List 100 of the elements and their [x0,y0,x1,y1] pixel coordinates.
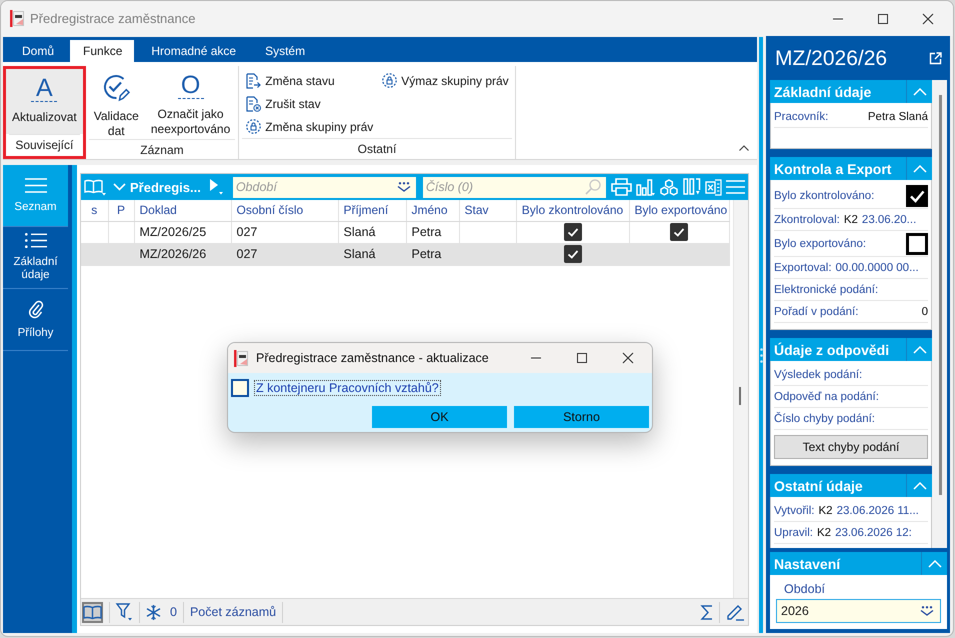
minimize-icon[interactable] [833,18,843,20]
filter-field[interactable]: Období [232,176,416,198]
column-header[interactable]: Bylo exportováno [629,200,729,221]
table-cell: Slaná [338,243,406,265]
field-label: Pořadí v podání: [774,306,858,318]
group-label: Související [9,134,80,156]
cubes-icon[interactable] [658,178,679,196]
dialog-title: Předregistrace zaměstnance - aktualizace [256,351,489,365]
popout-icon[interactable] [929,52,942,65]
checkbox-label[interactable]: Z kontejneru Pracovních vztahů? [254,380,441,396]
field-label: Exportoval: [774,262,832,274]
table-cell: Petra [406,221,459,243]
table-row[interactable]: MZ/2026/25 027 Slaná Petra [81,221,729,243]
close-icon[interactable] [923,14,933,24]
count-records-button[interactable]: Počet záznamů [190,605,276,619]
ribbon-button[interactable]: Výmaz skupiny práv [380,69,511,92]
table-cell: 027 [231,243,338,265]
group-label: Ostatní [242,138,512,160]
pencil-icon[interactable] [726,603,744,621]
maximize-icon[interactable] [878,14,888,24]
printer-icon[interactable] [610,178,632,196]
sigma-icon[interactable] [701,604,713,620]
app-logo-icon [234,350,248,366]
timestamp: 23.06.2026 11... [836,504,919,516]
play-icon[interactable] [210,179,223,195]
timestamp: 23.06.20... [862,214,916,226]
grip-icon[interactable] [760,348,762,362]
checkbox-checked-icon[interactable] [906,184,928,206]
ribbon-tab[interactable]: Domů [9,40,66,62]
field-label: Elektronické podání: [774,284,878,296]
table-cell: Petra [406,243,459,265]
field-label: Upravil: [774,526,813,538]
field-label: Bylo zkontrolováno: [774,190,874,202]
column-header[interactable]: Příjmení [338,200,406,221]
ribbon-button[interactable]: Zrušit stav [244,92,376,115]
table-cell: Slaná [338,221,406,243]
timestamp: 00.00.0000 00... [836,262,919,274]
column-header[interactable]: Bylo zkontrolováno [516,200,629,221]
field-label: Vytvořil: [774,504,814,516]
ribbon-tab[interactable]: Hromadné akce [138,40,248,62]
check-circle-icon [102,73,130,101]
window-title: Předregistrace zaměstnance [30,11,196,26]
spreadsheet-icon[interactable] [704,178,722,196]
ribbon-button[interactable]: Validace dat [88,66,145,139]
lock-circle-icon [246,119,262,134]
field-label: Bylo exportováno: [774,238,866,250]
list-icon [24,233,46,248]
maximize-icon[interactable] [577,353,587,363]
text-button[interactable]: Text chyby podání [774,435,928,459]
columns-icon[interactable] [682,178,701,196]
dialog-button[interactable]: OK [372,406,507,428]
checkbox[interactable] [231,379,249,397]
app-logo-icon [10,10,24,27]
snowflake-icon[interactable] [146,604,161,620]
dropdown-icon[interactable] [920,606,934,616]
bar-chart-icon[interactable] [636,178,655,196]
checkbox-empty-icon[interactable] [906,232,928,254]
table-cell: MZ/2026/25 [134,221,231,243]
column-header[interactable]: Doklad [134,200,231,221]
scrollbar-thumb[interactable] [939,95,942,495]
minimize-icon[interactable] [531,357,541,359]
checkbox-checked-icon [564,245,582,263]
filter-icon[interactable] [116,603,133,621]
search-field[interactable]: Číslo (0) [422,176,606,198]
ribbon-tab[interactable]: Systém [252,40,318,62]
dropdown-icon[interactable] [396,182,411,192]
view-toggle-button[interactable] [82,602,103,622]
ribbon-button[interactable]: O Označit jako neexportováno [144,66,236,139]
field-label: Odpověď na podání: [774,390,879,402]
column-header[interactable]: s [81,200,108,221]
column-header[interactable]: P [108,200,134,221]
field-label: Číslo chyby podání: [774,412,876,424]
ribbon-button[interactable]: Změna skupiny práv [244,115,376,138]
nav-item[interactable]: Základní údaje [3,227,68,289]
ribbon-tab[interactable]: Funkce [70,40,134,62]
search-icon[interactable] [584,179,601,195]
field-value: Petra Slaná [868,110,928,122]
checkbox-checked-icon [670,223,688,241]
field-value: 0 [922,306,928,318]
scrollbar-thumb[interactable] [739,387,741,405]
close-icon[interactable] [623,353,633,363]
table-row[interactable]: MZ/2026/26 027 Slaná Petra [81,243,729,265]
dialog-button[interactable]: Storno [514,406,649,428]
column-header[interactable]: Stav [459,200,516,221]
field-label: Období [783,582,826,596]
nav-item[interactable]: Přílohy [3,289,68,351]
field-label: Pracovník: [774,110,828,122]
user-name: K2 [844,214,858,226]
lock-circle-icon [382,73,398,88]
ribbon-button[interactable]: Změna stavu [244,69,376,92]
timestamp: 23.06.2026 12: [835,526,912,538]
record-count: 0 [170,605,177,619]
chevron-down-icon[interactable] [113,183,126,191]
menu-icon[interactable] [726,180,745,194]
caret-up-icon[interactable] [739,145,749,151]
ribbon-button[interactable]: A Aktualizovat [6,69,83,134]
column-header[interactable]: Jméno [406,200,459,221]
book-icon[interactable] [84,178,106,196]
period-field[interactable]: 2026 [776,599,941,623]
column-header[interactable]: Osobní číslo [231,200,338,221]
